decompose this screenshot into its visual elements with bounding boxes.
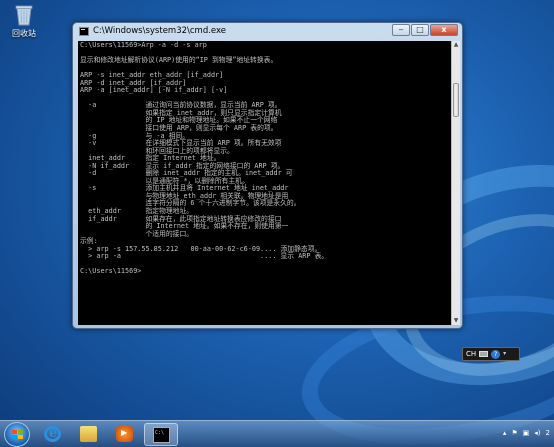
taskbar-explorer-button[interactable] [72,423,106,446]
maximize-button[interactable]: □ [411,24,429,36]
console-line: C:\Users\11569>Arp -a -d -s arp [80,41,207,49]
close-button[interactable]: x [430,24,458,36]
windows-logo-icon [12,430,23,440]
vertical-scrollbar[interactable]: ▲ ▼ [451,41,460,325]
flag-icon[interactable]: ⚑ [511,429,517,437]
folder-icon [80,426,97,442]
cmd-window[interactable]: C:\Windows\system32\cmd.exe ‒ □ x C:\Use… [72,22,463,329]
scrollbar-thumb[interactable] [453,83,459,117]
scroll-up-arrow-icon[interactable]: ▲ [452,41,460,49]
console-line: > arp -a .... 显示 ARP 表。 [80,252,329,261]
system-tray: ▴ ⚑ ▣ ◂) 2 [503,429,550,437]
scroll-down-arrow-icon[interactable]: ▼ [452,317,460,325]
console-line: 显示和修改地址解析协议(ARP)使用的“IP 到物理”地址转换表。 [80,56,278,65]
language-label[interactable]: CH [466,350,476,358]
network-icon[interactable]: ▣ [523,429,530,437]
taskbar: ▴ ⚑ ▣ ◂) 2 [0,420,554,447]
recycle-bin-label: 回收站 [12,29,36,38]
cmd-app-icon [79,27,89,36]
clock[interactable]: 2 [546,429,550,437]
taskbar-ie-button[interactable] [36,423,70,446]
desktop-recycle-bin[interactable]: 回收站 [6,4,42,39]
start-button[interactable] [4,422,30,447]
volume-icon[interactable]: ◂) [534,429,540,437]
window-titlebar[interactable]: C:\Windows\system32\cmd.exe ‒ □ x [73,23,462,41]
minimize-button[interactable]: ‒ [392,24,410,36]
console-line: C:\Users\11569> [80,267,142,276]
cmd-icon [153,427,170,443]
help-icon[interactable]: ? [491,349,501,359]
console-output[interactable]: C:\Users\11569>Arp -a -d -s arp 显示和修改地址解析… [78,41,451,325]
language-bar[interactable]: CH ? ▾ [462,347,520,361]
media-player-icon [116,426,133,442]
chevron-down-icon[interactable]: ▾ [503,350,511,358]
keyboard-icon[interactable] [479,351,489,357]
internet-explorer-icon [44,426,61,442]
taskbar-media-player-button[interactable] [108,423,142,446]
console-line: ARP -a [inet_addr] [-N if_addr] [-v] [80,86,228,95]
taskbar-cmd-button[interactable] [144,423,178,446]
recycle-bin-icon [15,4,33,26]
console-line: 个适用的接口。 [80,229,194,238]
window-title: C:\Windows\system32\cmd.exe [93,26,227,36]
show-hidden-icons-icon[interactable]: ▴ [503,429,507,437]
